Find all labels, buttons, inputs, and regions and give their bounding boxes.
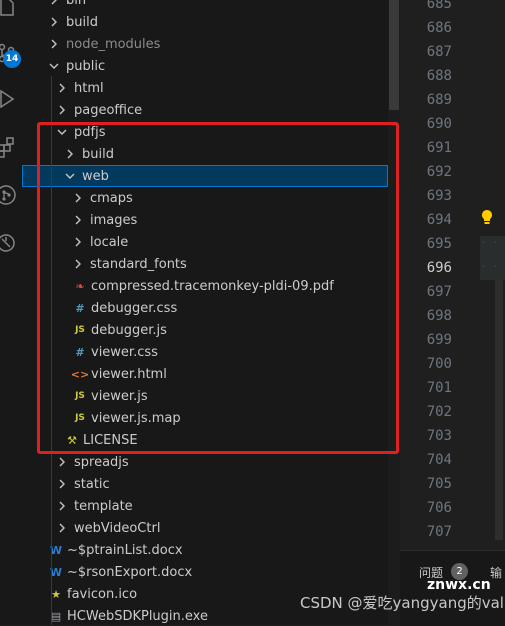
folder-item[interactable]: public <box>22 55 388 77</box>
lightbulb-icon[interactable] <box>480 209 494 229</box>
run-debug-icon[interactable] <box>0 84 22 114</box>
line-number: 686 <box>426 20 452 36</box>
chevron-right-icon[interactable] <box>46 0 62 8</box>
folder-item[interactable]: pageoffice <box>22 99 388 121</box>
line-number: 691 <box>426 140 452 156</box>
line-number: 697 <box>426 284 452 300</box>
line-number-gutter: 685 686 687 688 689 690 691 692 693 694 695 696 697 6… <box>400 0 458 550</box>
chevron-right-icon[interactable] <box>46 14 62 30</box>
line-number: 693 <box>426 188 452 204</box>
source-control-badge: 14 <box>3 50 21 68</box>
item-label: spreadjs <box>74 454 129 470</box>
line-number: 699 <box>426 332 452 348</box>
chevron-right-icon[interactable] <box>54 102 70 118</box>
line-number: 706 <box>426 500 452 516</box>
item-label: html <box>74 80 104 96</box>
chevron-down-icon[interactable] <box>46 58 62 74</box>
item-label: webVideoCtrl <box>74 520 161 536</box>
file-item[interactable]: W ~$rsonExport.docx <box>22 561 388 583</box>
item-label: static <box>74 476 110 492</box>
line-number: 688 <box>426 68 452 84</box>
line-number: 707 <box>426 524 452 540</box>
activity-bar: 14 <box>0 0 22 625</box>
site-watermark: znwx.cn <box>427 577 491 593</box>
folder-item[interactable]: bin <box>22 0 388 11</box>
item-label: HCWebSDKPlugin.exe <box>67 608 208 624</box>
item-label: ~$rsonExport.docx <box>67 564 193 580</box>
item-label: pageoffice <box>74 102 143 118</box>
explorer-icon[interactable] <box>0 0 22 22</box>
line-number: 690 <box>426 116 452 132</box>
line-number: 698 <box>426 308 452 324</box>
chevron-right-icon[interactable] <box>46 36 62 52</box>
line-number: 694 <box>426 212 452 228</box>
line-number: 689 <box>426 92 452 108</box>
line-number: 701 <box>426 380 452 396</box>
item-label: bin <box>66 0 87 8</box>
chevron-right-icon[interactable] <box>54 520 70 536</box>
remote-icon[interactable] <box>0 228 22 258</box>
highlight-box <box>37 122 399 454</box>
git-graph-icon[interactable] <box>0 180 22 210</box>
tab-output[interactable]: 输 <box>490 564 502 581</box>
line-number: 704 <box>426 452 452 468</box>
extensions-icon[interactable] <box>0 132 22 162</box>
chevron-right-icon[interactable] <box>54 476 70 492</box>
line-number: 685 <box>426 0 452 12</box>
editor-scrollbar[interactable] <box>493 0 505 550</box>
file-item[interactable]: W ~$ptrainList.docx <box>22 539 388 561</box>
chevron-right-icon[interactable] <box>54 498 70 514</box>
item-label: ~$ptrainList.docx <box>67 542 183 558</box>
line-number: 702 <box>426 404 452 420</box>
line-number: 696 <box>426 260 452 276</box>
folder-item[interactable]: spreadjs <box>22 451 388 473</box>
line-number: 705 <box>426 476 452 492</box>
folder-item[interactable]: static <box>22 473 388 495</box>
folder-item[interactable]: webVideoCtrl <box>22 517 388 539</box>
item-label: build <box>66 14 98 30</box>
line-number: 695 <box>426 236 452 252</box>
item-label: template <box>74 498 133 514</box>
item-label: favicon.ico <box>67 586 138 602</box>
chevron-right-icon[interactable] <box>54 80 70 96</box>
folder-item[interactable]: node_modules <box>22 33 388 55</box>
folder-item[interactable]: template <box>22 495 388 517</box>
line-number: 687 <box>426 44 452 60</box>
line-number: 700 <box>426 356 452 372</box>
folder-item[interactable]: html <box>22 77 388 99</box>
line-number: 703 <box>426 428 452 444</box>
item-label: public <box>66 58 106 74</box>
chevron-right-icon[interactable] <box>54 454 70 470</box>
folder-item[interactable]: build <box>22 11 388 33</box>
item-label: node_modules <box>66 36 161 52</box>
csdn-watermark: CSDN @爱吃yangyang的valu <box>300 594 505 612</box>
line-number: 692 <box>426 164 452 180</box>
